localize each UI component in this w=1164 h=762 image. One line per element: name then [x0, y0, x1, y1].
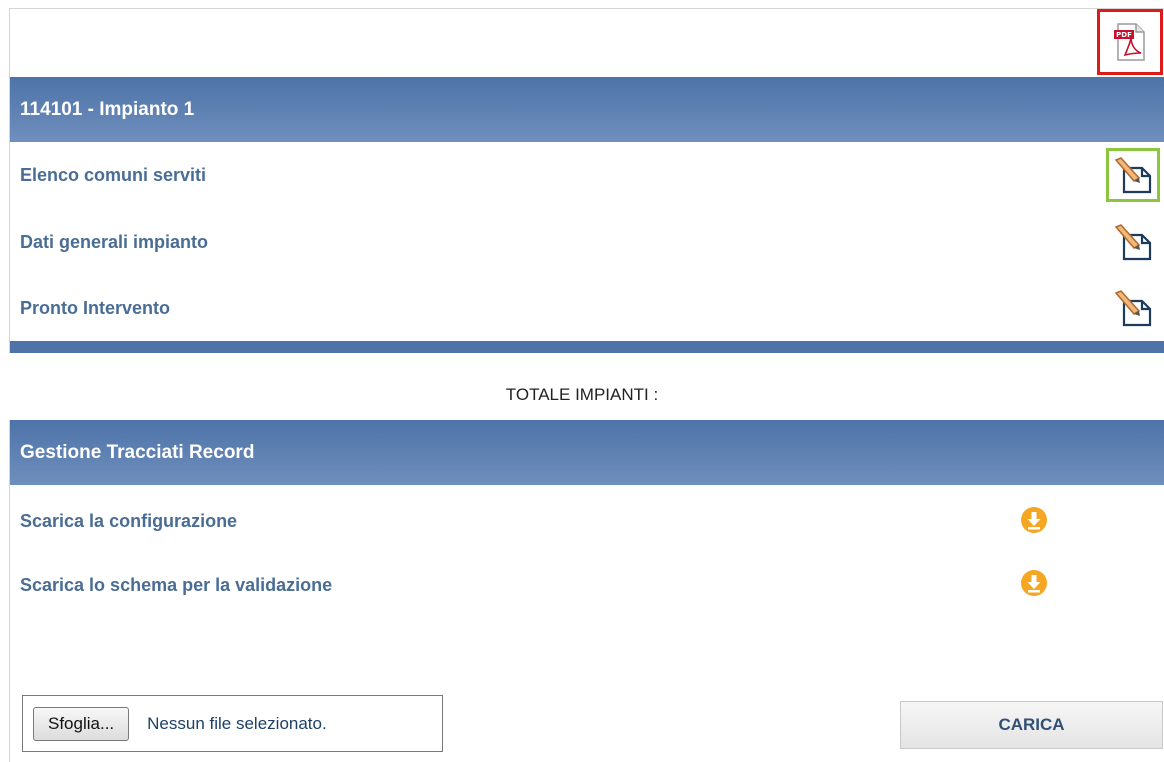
tracciati-header-title: Gestione Tracciati Record: [20, 441, 255, 463]
edit-pronto-intervento-button[interactable]: [1106, 281, 1160, 335]
browse-button[interactable]: Sfoglia...: [33, 706, 130, 741]
pdf-icon: PDF: [1114, 23, 1145, 61]
pdf-export-button[interactable]: PDF: [1097, 9, 1163, 75]
file-status-text: Nessun file selezionato.: [147, 713, 327, 733]
download-icon: [1021, 507, 1047, 533]
impianto-header: 114101 - Impianto 1: [10, 77, 1164, 142]
totale-impianti-label: TOTALE IMPIANTI :: [505, 385, 659, 404]
svg-text:PDF: PDF: [1116, 31, 1132, 39]
list-item-scarica-configurazione: Scarica la configurazione: [10, 491, 1164, 551]
toolbar-strip: [10, 9, 1164, 77]
download-icon: [1021, 570, 1047, 596]
carica-button[interactable]: CARICA: [900, 701, 1163, 749]
scarica-schema-link[interactable]: Scarica lo schema per la validazione: [20, 575, 332, 596]
elenco-comuni-link[interactable]: Elenco comuni serviti: [20, 165, 206, 186]
download-schema-button[interactable]: [1017, 566, 1051, 600]
tracciati-header: Gestione Tracciati Record: [10, 420, 1164, 485]
dati-generali-link[interactable]: Dati generali impianto: [20, 232, 208, 253]
list-item-dati-generali: Dati generali impianto: [10, 209, 1164, 275]
edit-document-icon: [1114, 224, 1152, 261]
download-configurazione-button[interactable]: [1017, 503, 1051, 537]
scarica-configurazione-link[interactable]: Scarica la configurazione: [20, 511, 237, 532]
edit-elenco-comuni-button[interactable]: [1106, 148, 1160, 202]
edit-dati-generali-button[interactable]: [1106, 215, 1160, 269]
list-item-elenco-comuni: Elenco comuni serviti: [10, 142, 1164, 208]
pronto-intervento-link[interactable]: Pronto Intervento: [20, 298, 170, 319]
impianto-header-title: 114101 - Impianto 1: [20, 98, 195, 120]
edit-document-icon: [1114, 290, 1152, 327]
list-item-scarica-schema: Scarica lo schema per la validazione: [10, 555, 1164, 615]
section-divider: [10, 341, 1164, 353]
list-item-pronto-intervento: Pronto Intervento: [10, 275, 1164, 341]
file-input[interactable]: Sfoglia... Nessun file selezionato.: [22, 695, 443, 752]
edit-document-icon: [1114, 157, 1152, 194]
